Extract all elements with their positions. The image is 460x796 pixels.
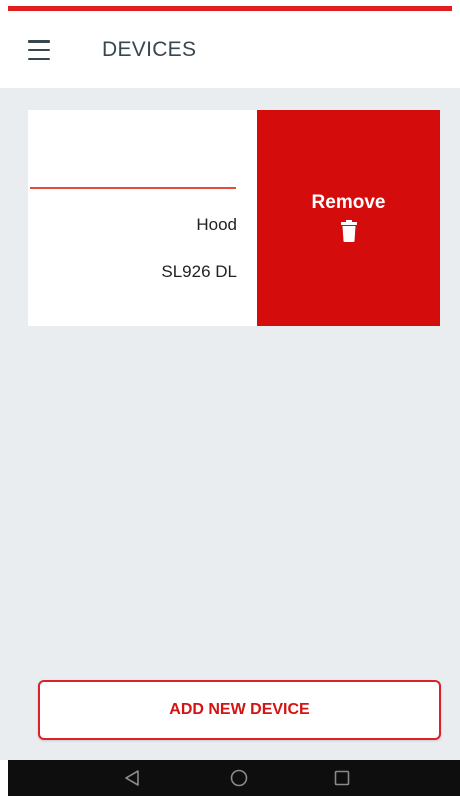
device-info-panel[interactable]: Hood SL926 DL bbox=[28, 110, 257, 326]
back-triangle-icon[interactable] bbox=[123, 769, 141, 792]
device-divider bbox=[30, 187, 236, 189]
add-new-device-button[interactable]: ADD NEW DEVICE bbox=[38, 680, 441, 740]
device-list-area: Hood SL926 DL Remove ADD NEW DEVICE bbox=[0, 88, 460, 760]
device-model: SL926 DL bbox=[161, 262, 237, 281]
remove-device-button[interactable]: Remove bbox=[257, 110, 440, 326]
device-card[interactable]: Hood SL926 DL Remove bbox=[28, 110, 440, 326]
recents-square-icon[interactable] bbox=[333, 769, 351, 792]
trash-icon bbox=[340, 220, 357, 242]
device-type: Hood bbox=[196, 215, 237, 234]
hamburger-menu-icon[interactable] bbox=[28, 40, 58, 60]
remove-label: Remove bbox=[311, 192, 386, 213]
system-nav-bar bbox=[8, 760, 460, 796]
status-bar bbox=[0, 0, 460, 12]
status-accent-line bbox=[8, 6, 452, 11]
app-bar: DEVICES bbox=[0, 12, 460, 88]
page-title: DEVICES bbox=[102, 38, 197, 61]
home-circle-icon[interactable] bbox=[230, 769, 248, 792]
